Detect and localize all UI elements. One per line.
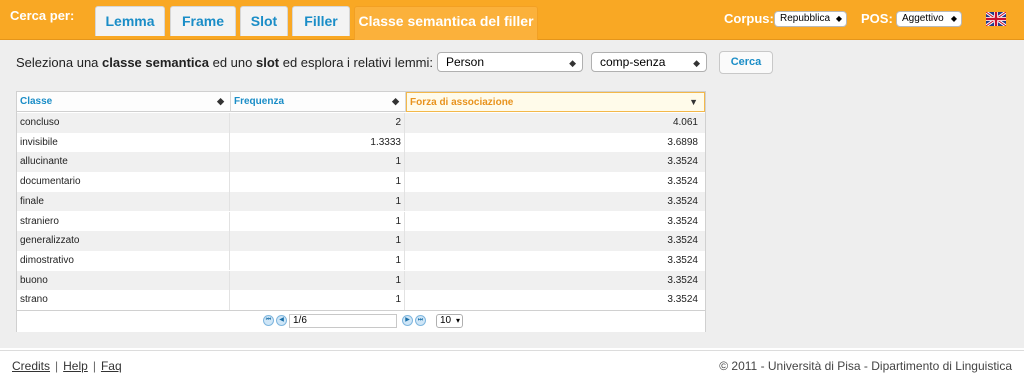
- last-page-icon[interactable]: ⏭: [415, 315, 426, 326]
- search-instructions: Seleziona una classe semantica ed uno sl…: [16, 55, 433, 70]
- rows-per-page-select[interactable]: 10 ▾: [436, 314, 463, 328]
- cell-frequenza: 1: [230, 191, 405, 212]
- cell-classe: documentario: [17, 172, 230, 192]
- main-panel: Seleziona una classe semantica ed uno sl…: [0, 40, 1024, 348]
- cell-classe: finale: [17, 191, 230, 212]
- column-header-forza[interactable]: Forza di associazione ▼: [406, 92, 705, 112]
- corpus-select[interactable]: Repubblica ◆: [774, 11, 847, 27]
- cell-frequenza: 1: [230, 152, 405, 172]
- faq-link[interactable]: Faq: [101, 359, 122, 373]
- uk-flag-icon[interactable]: [986, 12, 1006, 26]
- cell-frequenza: 1: [230, 270, 405, 291]
- table-row[interactable]: dimostrativo 1 3.3524: [17, 250, 705, 271]
- table-row[interactable]: allucinante 1 3.3524: [17, 152, 705, 172]
- corpus-select-value: Repubblica: [780, 13, 831, 24]
- cell-frequenza: 1: [230, 211, 405, 232]
- cell-classe: buono: [17, 270, 230, 291]
- select-arrows-icon: ◆: [693, 58, 700, 68]
- cell-forza: 3.6898: [667, 136, 698, 148]
- cell-forza: 3.3524: [667, 254, 698, 266]
- tab-lemma[interactable]: Lemma: [95, 6, 165, 36]
- table-row[interactable]: straniero 1 3.3524: [17, 211, 705, 232]
- cell-forza: 3.3524: [667, 156, 698, 168]
- semantic-class-select[interactable]: Person ◆: [437, 52, 583, 72]
- cell-forza: 3.3524: [667, 294, 698, 306]
- separator: |: [92, 359, 96, 373]
- results-table: Classe ◆ Frequenza ◆ Forza di associazio…: [16, 91, 706, 332]
- chevron-down-icon: ▾: [455, 316, 460, 325]
- cell-forza: 3.3524: [667, 195, 698, 207]
- sort-desc-icon: ▼: [689, 97, 698, 107]
- search-by-label: Cerca per:: [10, 8, 75, 23]
- cell-forza: 4.061: [672, 117, 698, 128]
- cell-forza: 3.3524: [667, 215, 698, 227]
- table-row[interactable]: documentario 1 3.3524: [17, 172, 705, 192]
- pos-select[interactable]: Aggettivo ◆: [896, 11, 962, 27]
- cell-frequenza: 1.3333: [230, 132, 405, 153]
- slot-value: comp-senza: [600, 55, 666, 69]
- pos-select-value: Aggettivo: [902, 13, 944, 24]
- table-row[interactable]: strano 1 3.3524: [17, 290, 705, 310]
- cell-classe: allucinante: [17, 152, 230, 172]
- column-header-classe[interactable]: Classe ◆: [17, 92, 231, 112]
- table-row[interactable]: generalizzato 1 3.3524: [17, 231, 705, 251]
- tab-classe-semantica[interactable]: Classe semantica del filler: [354, 6, 538, 40]
- corpus-label: Corpus:: [724, 11, 774, 26]
- cell-classe: straniero: [17, 211, 230, 232]
- table-row[interactable]: finale 1 3.3524: [17, 191, 705, 212]
- cell-classe: strano: [17, 290, 230, 310]
- tab-slot[interactable]: Slot: [240, 6, 288, 36]
- slot-select[interactable]: comp-senza ◆: [591, 52, 707, 72]
- cell-frequenza: 1: [230, 250, 405, 271]
- cell-forza: 3.3524: [667, 176, 698, 188]
- first-page-icon[interactable]: ⏮: [263, 315, 274, 326]
- table-row[interactable]: concluso 2 4.061: [17, 113, 705, 133]
- cell-frequenza: 1: [230, 172, 405, 192]
- semantic-class-value: Person: [446, 55, 485, 69]
- cell-classe: dimostrativo: [17, 250, 230, 271]
- tab-frame[interactable]: Frame: [170, 6, 236, 36]
- separator: |: [55, 359, 59, 373]
- cell-frequenza: 2: [230, 113, 405, 133]
- footer: Credits | Help | Faq © 2011 - Università di …: [0, 350, 1024, 382]
- page-input[interactable]: 1/6: [289, 314, 397, 328]
- cell-forza: 3.3524: [667, 235, 698, 247]
- next-page-icon[interactable]: ▶: [402, 315, 413, 326]
- table-row[interactable]: buono 1 3.3524: [17, 270, 705, 291]
- help-link[interactable]: Help: [63, 359, 88, 373]
- copyright-text: © 2011 - Università di Pisa - Dipartimen…: [719, 359, 1012, 373]
- select-arrows-icon: ◆: [950, 14, 957, 23]
- cell-frequenza: 1: [230, 231, 405, 251]
- search-button[interactable]: Cerca: [719, 51, 773, 74]
- cell-forza: 3.3524: [667, 274, 698, 286]
- select-arrows-icon: ◆: [835, 14, 842, 23]
- prev-page-icon[interactable]: ◀: [276, 315, 287, 326]
- sort-icon: ◆: [392, 96, 399, 106]
- sort-icon: ◆: [217, 96, 224, 106]
- tab-filler[interactable]: Filler: [292, 6, 350, 36]
- select-arrows-icon: ◆: [569, 58, 576, 68]
- top-nav-bar: Cerca per: Lemma Frame Slot Filler Class…: [0, 0, 1024, 40]
- pos-label: POS:: [861, 11, 893, 26]
- cell-classe: invisibile: [17, 132, 230, 153]
- pagination-bar: ⏮ ◀ 1/6 ▶ ⏭ 10 ▾: [17, 310, 705, 332]
- table-row[interactable]: invisibile 1.3333 3.6898: [17, 132, 705, 153]
- credits-link[interactable]: Credits: [12, 359, 50, 373]
- column-header-frequenza[interactable]: Frequenza ◆: [231, 92, 406, 112]
- cell-frequenza: 1: [230, 290, 405, 310]
- cell-classe: concluso: [17, 113, 230, 133]
- cell-classe: generalizzato: [17, 231, 230, 251]
